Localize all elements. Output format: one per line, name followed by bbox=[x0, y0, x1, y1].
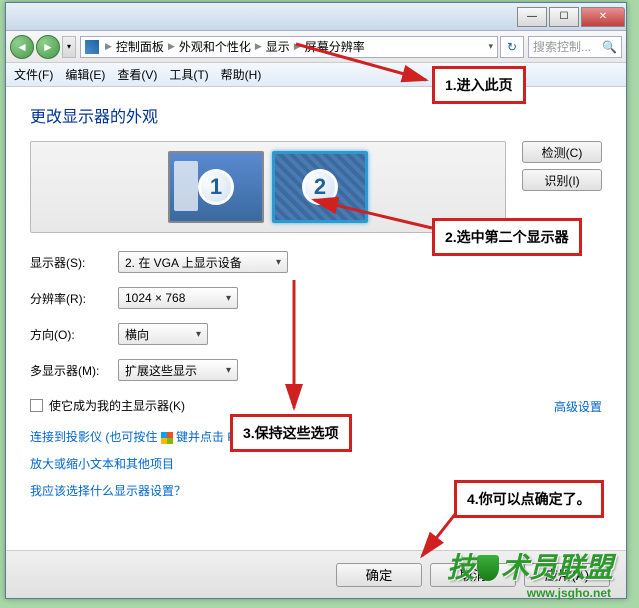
menu-view[interactable]: 查看(V) bbox=[117, 66, 157, 83]
chevron-right-icon: ▶ bbox=[166, 41, 177, 52]
breadcrumb-item[interactable]: 控制面板 bbox=[114, 38, 166, 55]
window-controls: — ☐ ✕ bbox=[516, 5, 626, 29]
orientation-label: 方向(O): bbox=[30, 326, 118, 343]
chevron-right-icon: ▶ bbox=[253, 41, 264, 52]
search-icon[interactable]: 🔍 bbox=[602, 40, 617, 54]
chevron-right-icon: ▶ bbox=[292, 41, 303, 52]
window-titlebar: — ☐ ✕ bbox=[6, 3, 626, 31]
menu-file[interactable]: 文件(F) bbox=[14, 66, 53, 83]
watermark-text: 技术员联盟 bbox=[447, 546, 613, 586]
minimize-button[interactable]: — bbox=[517, 7, 547, 27]
nav-forward-button[interactable]: ► bbox=[36, 35, 60, 59]
callout-3: 3.保持这些选项 bbox=[230, 414, 352, 452]
callout-4: 4.你可以点确定了。 bbox=[454, 480, 604, 518]
menu-bar: 文件(F) 编辑(E) 查看(V) 工具(T) 帮助(H) bbox=[6, 63, 626, 87]
monitor-2[interactable]: 2 bbox=[272, 151, 368, 223]
page-title: 更改显示器的外观 bbox=[30, 103, 602, 127]
maximize-button[interactable]: ☐ bbox=[549, 7, 579, 27]
identify-button[interactable]: 识别(I) bbox=[522, 169, 602, 191]
nav-history-dropdown[interactable]: ▾ bbox=[62, 36, 76, 58]
menu-edit[interactable]: 编辑(E) bbox=[65, 66, 105, 83]
watermark-url: www.jsgho.net bbox=[527, 586, 611, 600]
primary-monitor-checkbox[interactable] bbox=[30, 399, 43, 412]
primary-monitor-checkbox-row: 使它成为我的主显示器(K) bbox=[30, 397, 602, 414]
advanced-settings-link[interactable]: 高级设置 bbox=[554, 398, 602, 415]
callout-1: 1.进入此页 bbox=[432, 66, 526, 104]
search-placeholder: 搜索控制... bbox=[533, 38, 591, 55]
orientation-dropdown[interactable]: 横向 bbox=[118, 323, 208, 345]
display-label: 显示器(S): bbox=[30, 254, 118, 271]
windows-logo-icon bbox=[161, 432, 173, 444]
monitor-side-buttons: 检测(C) 识别(I) bbox=[522, 141, 602, 191]
address-dropdown-icon[interactable]: ▾ bbox=[488, 41, 493, 52]
menu-tools[interactable]: 工具(T) bbox=[169, 66, 208, 83]
breadcrumb-item[interactable]: 显示 bbox=[264, 38, 292, 55]
control-panel-icon bbox=[85, 40, 99, 54]
monitor-1[interactable]: 1 bbox=[168, 151, 264, 223]
display-dropdown[interactable]: 2. 在 VGA 上显示设备 bbox=[118, 251, 288, 273]
primary-monitor-checkbox-label: 使它成为我的主显示器(K) bbox=[49, 397, 185, 414]
text-size-link[interactable]: 放大或缩小文本和其他项目 bbox=[30, 455, 602, 472]
breadcrumb-item[interactable]: 屏幕分辨率 bbox=[303, 38, 367, 55]
display-settings-grid: 显示器(S): 2. 在 VGA 上显示设备 分辨率(R): 1024 × 76… bbox=[30, 251, 602, 381]
menu-help[interactable]: 帮助(H) bbox=[221, 66, 262, 83]
search-input[interactable]: 搜索控制... 🔍 bbox=[528, 36, 622, 58]
callout-2: 2.选中第二个显示器 bbox=[432, 218, 582, 256]
refresh-button[interactable]: ↻ bbox=[500, 36, 524, 58]
address-bar[interactable]: ▶ 控制面板 ▶ 外观和个性化 ▶ 显示 ▶ 屏幕分辨率 ▾ bbox=[80, 36, 498, 58]
projector-link-text-a: 连接到投影仪 (也可按住 bbox=[30, 430, 161, 444]
monitor-number-badge: 1 bbox=[198, 169, 234, 205]
detect-button[interactable]: 检测(C) bbox=[522, 141, 602, 163]
nav-back-button[interactable]: ◄ bbox=[10, 35, 34, 59]
watermark-b: 术员联盟 bbox=[501, 552, 613, 583]
navigation-bar: ◄ ► ▾ ▶ 控制面板 ▶ 外观和个性化 ▶ 显示 ▶ 屏幕分辨率 ▾ ↻ 搜… bbox=[6, 31, 626, 63]
resolution-label: 分辨率(R): bbox=[30, 290, 118, 307]
shield-icon bbox=[477, 555, 499, 581]
resolution-dropdown[interactable]: 1024 × 768 bbox=[118, 287, 238, 309]
multi-display-dropdown[interactable]: 扩展这些显示 bbox=[118, 359, 238, 381]
close-button[interactable]: ✕ bbox=[581, 7, 625, 27]
watermark-a: 技 bbox=[447, 552, 475, 583]
chevron-right-icon: ▶ bbox=[103, 41, 114, 52]
ok-button[interactable]: 确定 bbox=[336, 563, 422, 587]
multi-display-label: 多显示器(M): bbox=[30, 362, 118, 379]
monitor-number-badge: 2 bbox=[302, 169, 338, 205]
breadcrumb-item[interactable]: 外观和个性化 bbox=[177, 38, 253, 55]
